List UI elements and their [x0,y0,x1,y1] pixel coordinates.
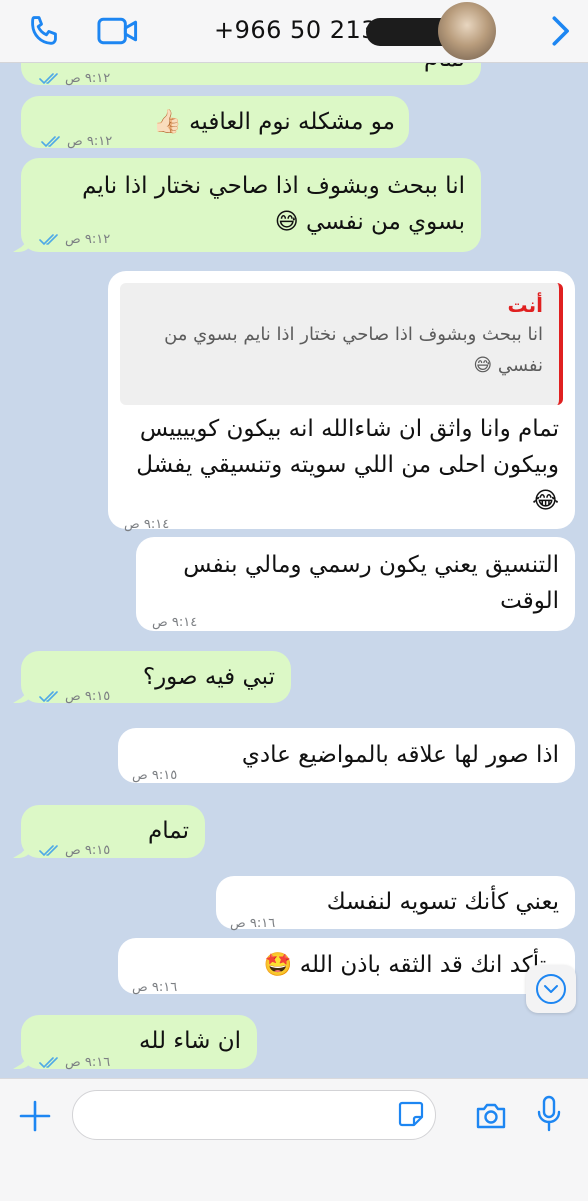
message-meta: ٩:١٥ ص [39,833,110,869]
message-meta: ٩:١٦ ص [39,1045,110,1077]
camera-icon[interactable] [474,1099,508,1131]
sticker-icon[interactable] [396,1099,426,1129]
message-time: ٩:١٦ ص [230,916,276,931]
message-meta: ٩:١٢ ص [39,63,110,97]
message-text: تبي فيه صور؟ [142,664,275,690]
message-meta: ٩:١٥ ص [39,679,110,715]
quote-author: أنت [507,293,543,317]
message-bubble-incoming[interactable]: التنسيق يعني يكون رسمي ومالي بنفس الوقت … [136,537,575,631]
message-bubble-incoming[interactable]: يعني كأنك تسويه لنفسك ٩:١٦ ص [216,876,575,931]
plus-icon[interactable] [18,1099,52,1133]
message-text: ان شاء لله [139,1028,241,1054]
message-text: التنسيق يعني يكون رسمي ومالي بنفس الوقت [183,547,559,619]
message-meta: ٩:١٤ ص [152,605,197,641]
quote-line: نفسي 😅 [473,355,543,376]
message-bubble-incoming[interactable]: متأكد انك قد الثقه باذن الله 🤩 ٩:١٦ ص [118,938,575,995]
message-time: ٩:١٢ ص [65,232,111,247]
contact-name[interactable]: +966 50 213 [214,16,377,44]
message-line: التنسيق يعني يكون رسمي ومالي بنفس [183,552,559,578]
message-time: ٩:١٢ ص [67,134,113,149]
phone-icon[interactable] [26,12,64,50]
microphone-icon[interactable] [536,1095,562,1133]
message-bubble-outgoing[interactable]: تبي فيه صور؟ ٩:١٥ ص [13,651,291,704]
message-time: ٩:١٥ ص [65,843,111,858]
message-bubble-incoming[interactable]: اذا صور لها علاقه بالمواضيع عادي ٩:١٥ ص [118,728,575,783]
message-meta: ٩:١٥ ص [132,758,177,794]
read-ticks-icon [39,73,58,85]
message-line: انا ببحث وبشوف اذا صاحي نختار اذا نايم [82,173,465,199]
message-list[interactable]: تمام ٩:١٢ ص مو مشكله نوم العافيه 👍🏻 ٩:١٢… [0,63,588,1077]
message-line: تمام وانا واثق ان شاءالله انه بيكون كويي… [139,416,559,442]
quote-line: انا ببحث وبشوف اذا صاحي نختار اذا نايم ب… [164,324,543,345]
message-text: انا ببحث وبشوف اذا صاحي نختار اذا نايم ب… [82,168,465,240]
message-time: ٩:١٥ ص [132,768,178,783]
message-text: تمام [424,63,465,77]
message-time: ٩:١٤ ص [152,615,198,630]
message-bubble-outgoing[interactable]: تمام ٩:١٥ ص [13,805,205,858]
read-ticks-icon [39,234,58,246]
message-line: الوقت [500,588,559,614]
read-ticks-icon [39,1057,58,1069]
reply-quote[interactable]: أنت انا ببحث وبشوف اذا صاحي نختار اذا نا… [120,283,563,405]
message-meta: ٩:١٦ ص [230,906,275,942]
chevron-down-circle-icon [536,974,566,1004]
message-text: تمام [148,818,189,844]
read-ticks-icon [39,691,58,703]
message-input[interactable] [72,1090,436,1140]
message-time: ٩:١٦ ص [132,980,178,995]
message-time: ٩:١٥ ص [65,689,111,704]
scroll-down-button[interactable] [526,965,576,1013]
message-meta: ٩:١٢ ص [41,124,112,160]
message-bubble-outgoing[interactable]: مو مشكله نوم العافيه 👍🏻 ٩:١٢ ص [21,96,409,149]
message-meta: ٩:١٦ ص [132,970,177,1006]
message-text: تمام وانا واثق ان شاءالله انه بيكون كويي… [136,411,559,519]
chevron-right-icon[interactable] [546,14,574,48]
message-text: يعني كأنك تسويه لنفسك [326,889,559,915]
message-bubble-incoming[interactable]: أنت انا ببحث وبشوف اذا صاحي نختار اذا نا… [108,271,575,532]
bubble-tail [13,1053,33,1069]
message-line: 😂 [532,488,559,514]
message-text: اذا صور لها علاقه بالمواضيع عادي [241,742,559,768]
message-bubble-outgoing[interactable]: ان شاء لله ٩:١٦ ص [13,1015,257,1070]
message-text: متأكد انك قد الثقه باذن الله 🤩 [263,952,559,978]
message-time: ٩:١٢ ص [65,71,111,86]
input-bar [0,1078,588,1201]
contact-avatar[interactable] [438,2,496,60]
message-line: وبيكون احلى من اللي سويته وتنسيقي يفشل [136,452,559,478]
bubble-tail [13,236,33,252]
chat-header: +966 50 213 [0,0,588,63]
message-bubble-outgoing[interactable]: تمام ٩:١٢ ص [21,63,481,86]
message-bubble-outgoing[interactable]: انا ببحث وبشوف اذا صاحي نختار اذا نايم ب… [13,158,481,252]
message-line: بسوي من نفسي 😅 [274,209,465,235]
message-meta: ٩:١٢ ص [39,222,110,258]
message-text: مو مشكله نوم العافيه 👍🏻 [153,109,395,135]
message-time: ٩:١٦ ص [65,1055,111,1070]
read-ticks-icon [39,845,58,857]
video-icon[interactable] [96,14,140,48]
read-ticks-icon [41,136,60,148]
bubble-tail [13,842,33,858]
bubble-tail [13,687,33,703]
